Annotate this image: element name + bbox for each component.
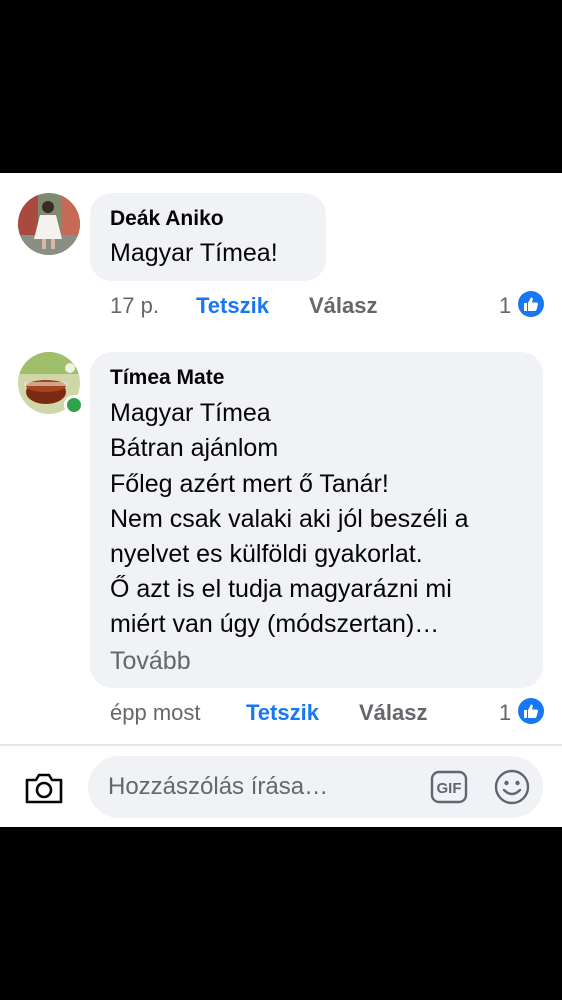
avatar[interactable] bbox=[18, 193, 80, 255]
comment-text-line: Bátran ajánlom bbox=[110, 434, 279, 462]
divider bbox=[0, 744, 562, 746]
online-status-icon bbox=[64, 395, 84, 415]
comment-author[interactable]: Deák Aniko bbox=[110, 207, 224, 231]
comment-composer[interactable]: Hozzászólás írása… GIF bbox=[88, 756, 543, 818]
like-button[interactable]: Tetszik bbox=[196, 293, 269, 319]
comment-author[interactable]: Tímea Mate bbox=[110, 366, 224, 390]
comment-input[interactable]: Hozzászólás írása… bbox=[108, 773, 328, 801]
comment-text: Magyar Tímea! bbox=[110, 239, 278, 267]
comment-text-line: nyelvet es külföldi gyakorlat. bbox=[110, 540, 423, 568]
reply-button[interactable]: Válasz bbox=[359, 700, 428, 726]
comment-time[interactable]: épp most bbox=[110, 700, 201, 726]
comment-time[interactable]: 17 p. bbox=[110, 293, 159, 319]
reaction-count[interactable]: 1 bbox=[499, 700, 511, 726]
comment-text-line: Ő azt is el tudja magyarázni mi bbox=[110, 575, 452, 603]
svg-text:GIF: GIF bbox=[437, 780, 462, 797]
reaction-count[interactable]: 1 bbox=[499, 293, 511, 319]
like-reaction-icon[interactable] bbox=[518, 698, 544, 724]
gif-icon[interactable]: GIF bbox=[430, 770, 468, 809]
comment-text-line: Nem csak valaki aki jól beszéli a bbox=[110, 505, 469, 533]
camera-icon[interactable] bbox=[24, 771, 64, 810]
like-button[interactable]: Tetszik bbox=[246, 700, 319, 726]
see-more-link[interactable]: Tovább bbox=[110, 647, 191, 676]
comments-screen: Deák Aniko Magyar Tímea! 17 p. Tetszik V… bbox=[0, 173, 562, 827]
like-reaction-icon[interactable] bbox=[518, 291, 544, 317]
comment-text-line: Magyar Tímea bbox=[110, 399, 271, 427]
comment-text-line: miért van úgy (módszertan)… bbox=[110, 610, 440, 638]
emoji-icon[interactable] bbox=[493, 768, 531, 811]
reply-button[interactable]: Válasz bbox=[309, 293, 378, 319]
comment-text-line: Főleg azért mert ő Tanár! bbox=[110, 470, 389, 498]
